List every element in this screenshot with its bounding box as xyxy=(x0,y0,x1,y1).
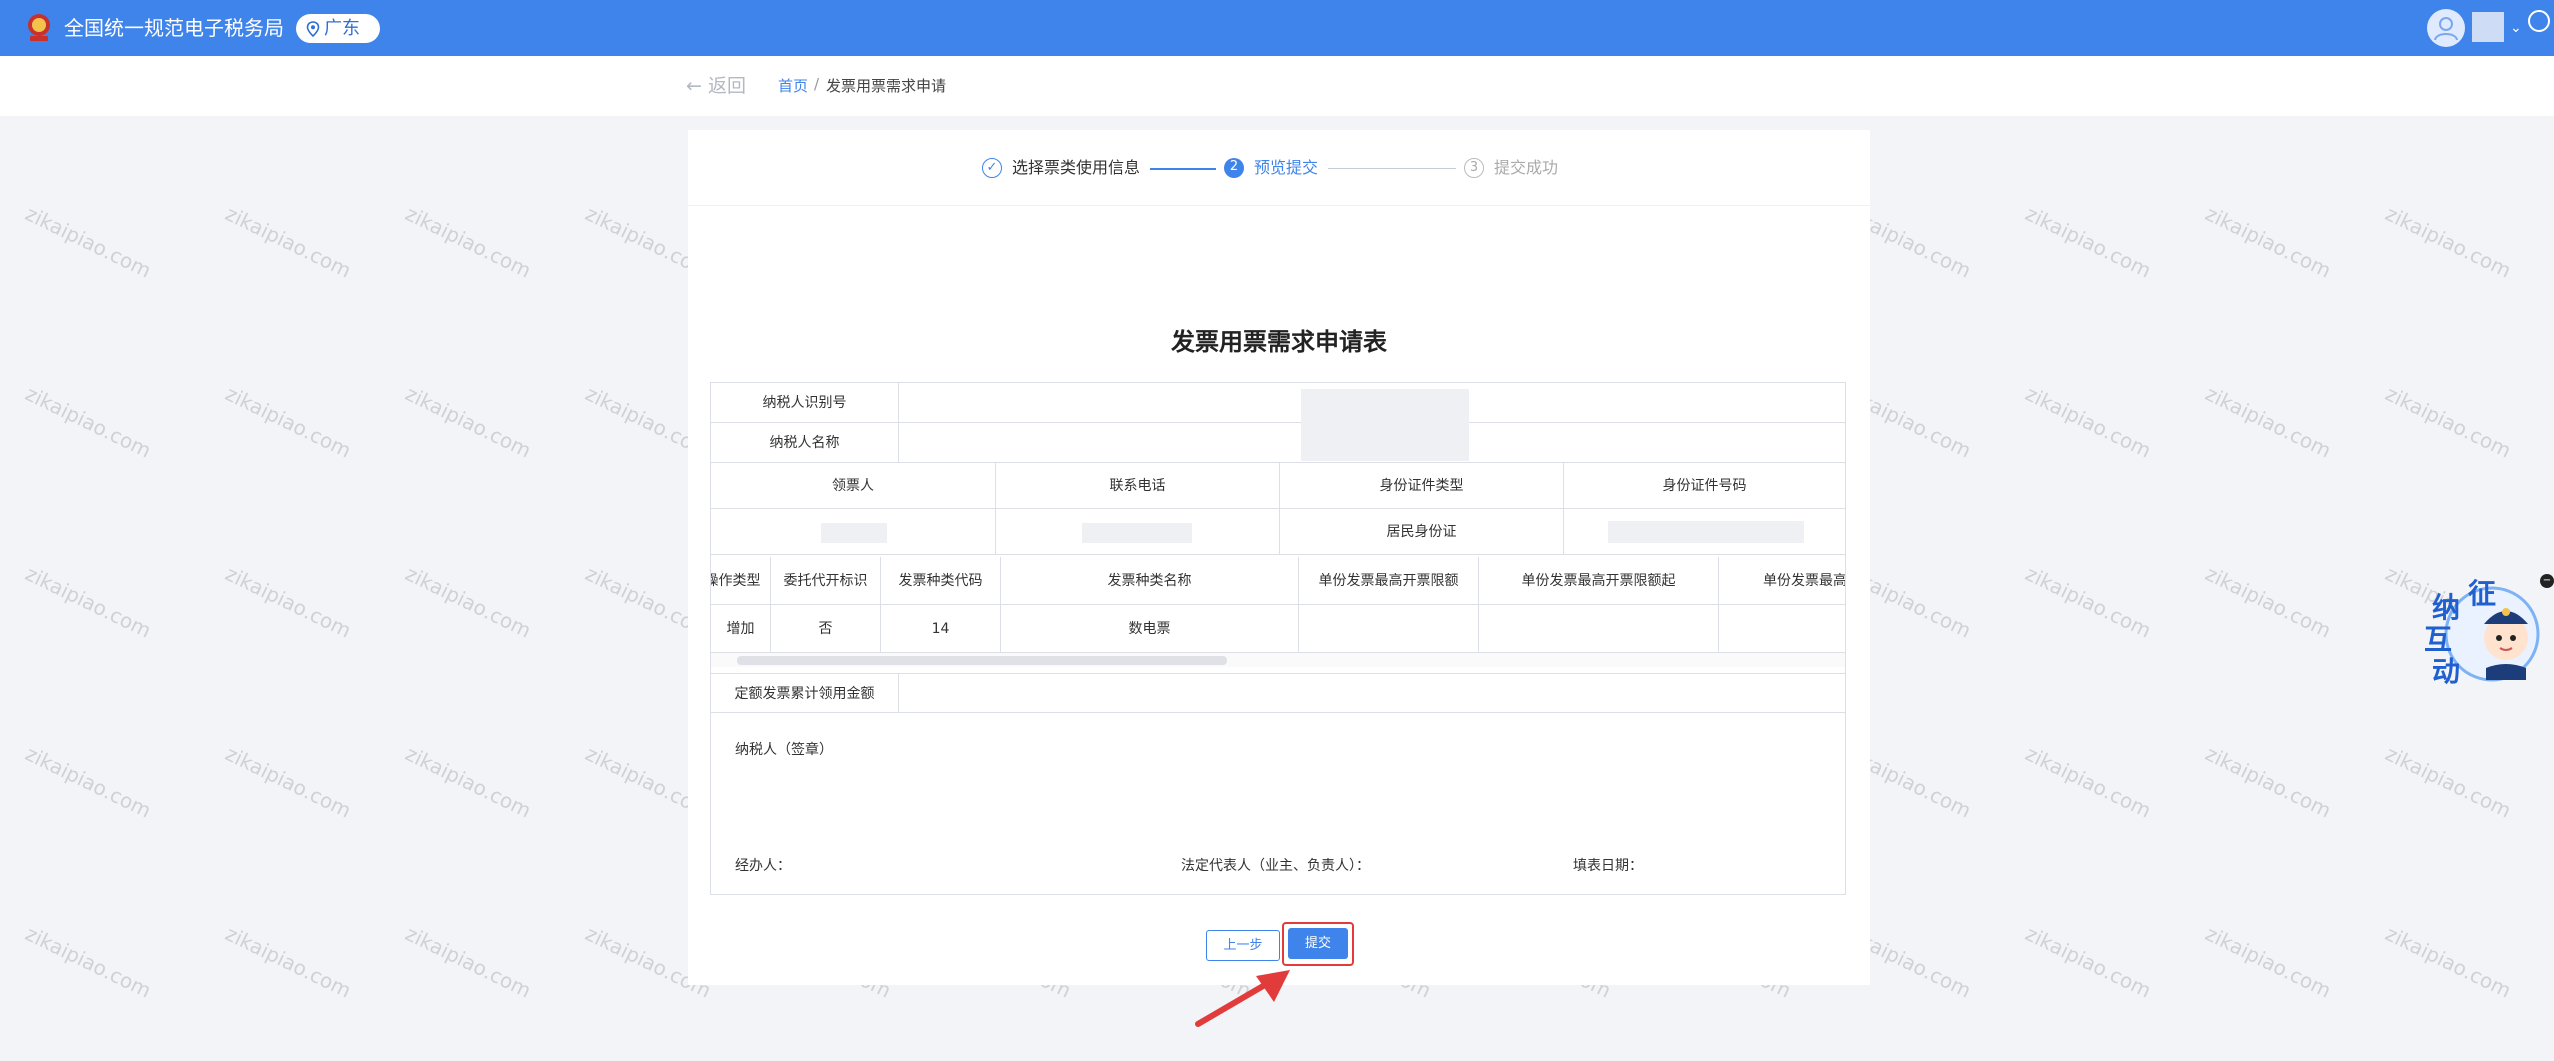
breadcrumb: ← 返回 首页 / 发票用票需求申请 xyxy=(0,56,2554,116)
check-icon: ✓ xyxy=(982,158,1002,178)
user-avatar[interactable] xyxy=(2427,9,2465,47)
fill-date-label: 填表日期： xyxy=(1573,858,1643,874)
watermark-text: zikaipiao.com xyxy=(21,741,155,823)
watermark-text: zikaipiao.com xyxy=(221,921,355,1003)
assistant-close-button[interactable]: − xyxy=(2540,574,2554,588)
region-selector[interactable]: 广东 xyxy=(296,14,380,43)
top-navigation-bar: 全国统一规范电子税务局 广东 ⌄ xyxy=(0,0,2554,56)
watermark-text: zikaipiao.com xyxy=(221,201,355,283)
invoice-name-cell: 数电票 xyxy=(1001,605,1299,653)
entrust-flag-header: 委托代开标识 xyxy=(771,557,881,605)
invoice-code-cell: 14 xyxy=(881,605,1001,653)
watermark-text: zikaipiao.com xyxy=(2021,921,2155,1003)
watermark-text: zikaipiao.com xyxy=(2201,381,2335,463)
watermark-text: zikaipiao.com xyxy=(221,741,355,823)
taxpayer-name-label: 纳税人名称 xyxy=(711,423,899,463)
scrollbar-thumb[interactable] xyxy=(737,656,1227,665)
entrust-flag-cell: 否 xyxy=(771,605,881,653)
step-connector xyxy=(1328,168,1456,169)
watermark-text: zikaipiao.com xyxy=(401,741,535,823)
form-title: 发票用票需求申请表 xyxy=(1171,328,1387,356)
watermark-text: zikaipiao.com xyxy=(2021,561,2155,643)
id-type-value: 居民身份证 xyxy=(1280,509,1564,555)
step-number: 2 xyxy=(1224,158,1244,178)
taxpayer-seal-label: 纳税人（签章） xyxy=(735,742,833,758)
id-number-value xyxy=(1564,509,1845,555)
max-header-truncated: 单份发票最高 xyxy=(1719,557,1845,605)
max-limit-start-cell xyxy=(1479,605,1719,653)
watermark-text: zikaipiao.com xyxy=(2021,381,2155,463)
application-form-table: 纳税人识别号 纳税人名称 领票人 联系电话 身份证件类型 身份证件号码 居民身份… xyxy=(710,382,1846,895)
watermark-text: zikaipiao.com xyxy=(401,381,535,463)
watermark-text: zikaipiao.com xyxy=(2021,741,2155,823)
table-horizontal-scrollbar[interactable] xyxy=(711,653,1845,667)
taxpayer-id-label: 纳税人识别号 xyxy=(711,383,899,423)
quota-amount-label: 定额发票累计领用金额 xyxy=(711,673,899,713)
watermark-text: zikaipiao.com xyxy=(2381,381,2515,463)
watermark-text: zikaipiao.com xyxy=(21,921,155,1003)
id-type-header: 身份证件类型 xyxy=(1280,463,1564,509)
step-label: 选择票类使用信息 xyxy=(1012,158,1141,177)
tax-emblem-icon xyxy=(28,14,50,41)
invoice-code-header: 发票种类代码 xyxy=(881,557,1001,605)
breadcrumb-current: 发票用票需求申请 xyxy=(826,77,947,95)
phone-value xyxy=(996,509,1280,555)
previous-step-button[interactable]: 上一步 xyxy=(1206,930,1280,961)
watermark-text: zikaipiao.com xyxy=(2381,921,2515,1003)
user-name-redacted[interactable] xyxy=(2472,12,2504,42)
watermark-text: zikaipiao.com xyxy=(2381,201,2515,283)
application-card: ✓ 选择票类使用信息 2 预览提交 3 提交成功 发票用票需求申请表 纳税人识别… xyxy=(688,130,1870,985)
watermark-text: zikaipiao.com xyxy=(2381,741,2515,823)
watermark-text: zikaipiao.com xyxy=(21,561,155,643)
fullscreen-icon[interactable] xyxy=(2528,10,2550,32)
submit-button[interactable]: 提交 xyxy=(1288,928,1348,959)
max-limit-header: 单份发票最高开票限额 xyxy=(1299,557,1479,605)
watermark-text: zikaipiao.com xyxy=(2201,201,2335,283)
watermark-text: zikaipiao.com xyxy=(221,561,355,643)
back-link[interactable]: ← 返回 xyxy=(686,71,746,98)
region-name: 广东 xyxy=(324,18,360,39)
chevron-down-icon[interactable]: ⌄ xyxy=(2510,20,2522,36)
assistant-char: 征 xyxy=(2468,577,2497,610)
handler-label: 经办人： xyxy=(735,858,791,874)
watermark-text: zikaipiao.com xyxy=(2201,741,2335,823)
progress-steps: ✓ 选择票类使用信息 2 预览提交 3 提交成功 xyxy=(688,130,1870,206)
receiver-value xyxy=(711,509,996,555)
pointer-arrow-icon xyxy=(1195,970,1290,1027)
quota-amount-value xyxy=(899,673,1845,713)
step-connector xyxy=(1150,168,1216,170)
watermark-text: zikaipiao.com xyxy=(401,561,535,643)
legal-representative-label: 法定代表人（业主、负责人）： xyxy=(1181,858,1370,874)
step-number: 3 xyxy=(1464,158,1484,178)
taxpayer-info-redacted xyxy=(1301,389,1469,461)
user-icon xyxy=(2434,17,2458,41)
tax-assistant-widget[interactable]: 征 纳 互 动 xyxy=(2414,572,2544,692)
operation-type-header: 操作类型 xyxy=(711,557,771,605)
breadcrumb-home-link[interactable]: 首页 xyxy=(778,75,808,96)
receiver-header: 领票人 xyxy=(711,463,996,509)
step-label: 提交成功 xyxy=(1494,158,1559,177)
location-pin-icon xyxy=(306,21,320,37)
id-number-header: 身份证件号码 xyxy=(1564,463,1845,509)
phone-header: 联系电话 xyxy=(996,463,1280,509)
watermark-text: zikaipiao.com xyxy=(21,201,155,283)
max-limit-start-header: 单份发票最高开票限额起 xyxy=(1479,557,1719,605)
max-cell xyxy=(1719,605,1845,653)
step-label: 预览提交 xyxy=(1254,158,1319,177)
max-limit-cell xyxy=(1299,605,1479,653)
watermark-text: zikaipiao.com xyxy=(401,201,535,283)
assistant-char: 动 xyxy=(2432,655,2461,688)
site-title[interactable]: 全国统一规范电子税务局 xyxy=(64,14,284,42)
invoice-name-header: 发票种类名称 xyxy=(1001,557,1299,605)
watermark-text: zikaipiao.com xyxy=(2201,561,2335,643)
watermark-text: zikaipiao.com xyxy=(401,921,535,1003)
breadcrumb-separator: / xyxy=(814,75,820,93)
watermark-text: zikaipiao.com xyxy=(2201,921,2335,1003)
operation-type-cell: 增加 xyxy=(711,605,771,653)
watermark-text: zikaipiao.com xyxy=(2021,201,2155,283)
watermark-text: zikaipiao.com xyxy=(21,381,155,463)
watermark-text: zikaipiao.com xyxy=(221,381,355,463)
